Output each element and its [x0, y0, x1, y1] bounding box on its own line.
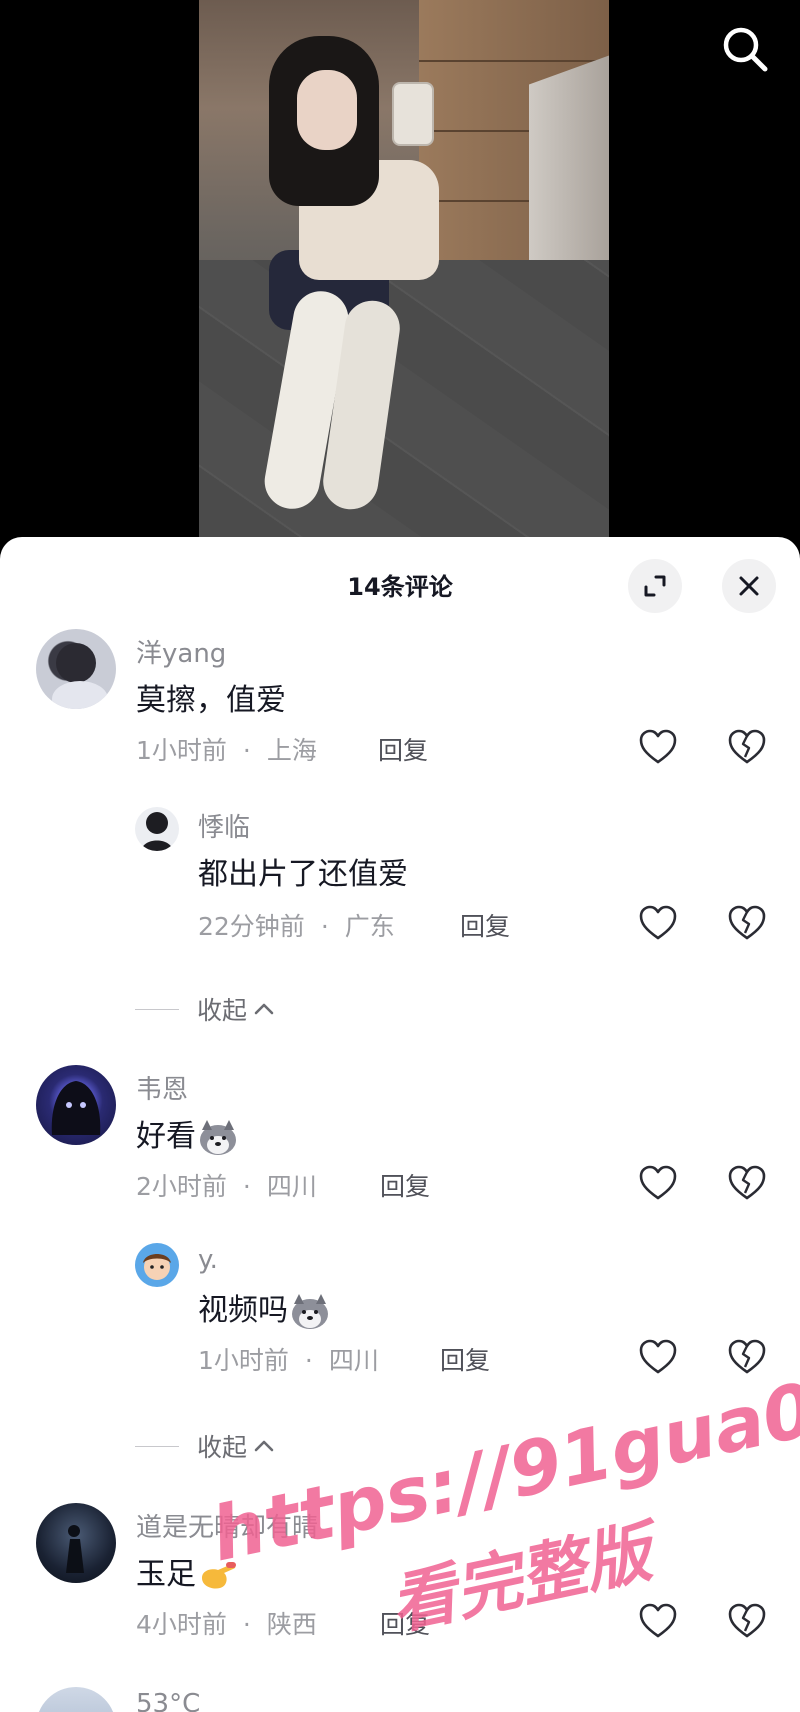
- comment-text: 莫擦，值爱: [136, 683, 286, 718]
- avatar[interactable]: [36, 1503, 116, 1583]
- divider: [135, 1008, 179, 1010]
- dislike-icon[interactable]: [728, 1165, 766, 1201]
- dislike-icon[interactable]: [728, 905, 766, 941]
- comment-item: 韦恩 好看 2小时前 · 四川 回复: [0, 1065, 800, 1215]
- comment-time: 4小时前: [136, 1610, 227, 1639]
- comment-meta: 1小时前 · 四川: [198, 1341, 379, 1377]
- comment-meta: 2小时前 · 四川: [136, 1167, 317, 1203]
- collapse-replies-button[interactable]: 收起: [135, 994, 275, 1025]
- comment-text: 都出片了还值爱: [198, 857, 408, 892]
- meta-separator: ·: [304, 1346, 313, 1375]
- video-phone: [392, 82, 434, 146]
- comment-sheet: 14条评论 洋yang 莫擦，值爱 1小时前 · 上海 回复 悸临 都出片了还值…: [0, 537, 800, 1712]
- reply-button[interactable]: 回复: [380, 1167, 430, 1203]
- comment-text: 好看: [136, 1111, 238, 1156]
- collapse-label: 收起: [197, 1433, 248, 1462]
- dislike-icon[interactable]: [728, 1603, 766, 1639]
- reply-button[interactable]: 回复: [380, 1605, 430, 1641]
- comment-item: 53°C: [0, 1687, 800, 1712]
- close-icon: [739, 576, 759, 596]
- like-icon[interactable]: [639, 1339, 677, 1375]
- meta-separator: ·: [320, 912, 329, 941]
- comment-text: 玉足: [136, 1549, 238, 1594]
- comment-username[interactable]: 53°C: [136, 1689, 200, 1712]
- husky-emoji-icon: [200, 1119, 236, 1155]
- comment-username[interactable]: y.: [198, 1245, 218, 1275]
- close-button[interactable]: [722, 559, 776, 613]
- dislike-icon[interactable]: [728, 729, 766, 765]
- comment-meta: 22分钟前 · 广东: [198, 907, 395, 943]
- reply-button[interactable]: 回复: [440, 1341, 490, 1377]
- comment-location: 上海: [266, 736, 317, 765]
- reply-item: 悸临 都出片了还值爱 22分钟前 · 广东 回复: [0, 803, 800, 953]
- comment-username[interactable]: 洋yang: [136, 633, 226, 670]
- like-icon[interactable]: [639, 1603, 677, 1639]
- chevron-up-icon: [254, 1003, 274, 1015]
- expand-button[interactable]: [628, 559, 682, 613]
- video-floor: [199, 260, 609, 540]
- husky-emoji-icon: [292, 1293, 328, 1329]
- pointing-hand-emoji-icon: [202, 1561, 236, 1589]
- avatar[interactable]: [135, 807, 179, 851]
- comment-location: 陕西: [266, 1610, 317, 1639]
- comment-text: 视频吗: [198, 1285, 330, 1330]
- divider: [135, 1445, 179, 1447]
- meta-separator: ·: [242, 1172, 251, 1201]
- dislike-icon[interactable]: [728, 1339, 766, 1375]
- comment-time: 22分钟前: [198, 912, 305, 941]
- collapse-label: 收起: [197, 996, 248, 1025]
- reply-button[interactable]: 回复: [460, 907, 510, 943]
- comment-username[interactable]: 韦恩: [136, 1069, 188, 1106]
- search-button[interactable]: [716, 20, 776, 80]
- comment-location: 四川: [266, 1172, 317, 1201]
- collapse-replies-button[interactable]: 收起: [135, 1431, 275, 1462]
- avatar[interactable]: [135, 1243, 179, 1287]
- comment-username[interactable]: 悸临: [198, 807, 250, 844]
- comment-location: 四川: [328, 1346, 379, 1375]
- comment-item: 洋yang 莫擦，值爱 1小时前 · 上海 回复: [0, 629, 800, 779]
- comment-meta: 1小时前 · 上海: [136, 731, 317, 767]
- avatar[interactable]: [36, 1065, 116, 1145]
- avatar[interactable]: [36, 629, 116, 709]
- chevron-up-icon: [254, 1440, 274, 1452]
- comment-time: 1小时前: [136, 736, 227, 765]
- like-icon[interactable]: [639, 905, 677, 941]
- comment-username[interactable]: 道是无晴却有晴: [136, 1507, 318, 1544]
- meta-separator: ·: [242, 1610, 251, 1639]
- like-icon[interactable]: [639, 729, 677, 765]
- comment-time: 2小时前: [136, 1172, 227, 1201]
- comment-time: 1小时前: [198, 1346, 289, 1375]
- comment-meta: 4小时前 · 陕西: [136, 1605, 317, 1641]
- reply-button[interactable]: 回复: [378, 731, 428, 767]
- meta-separator: ·: [242, 736, 251, 765]
- expand-icon: [644, 575, 666, 597]
- search-icon: [723, 27, 768, 72]
- comment-location: 广东: [344, 912, 395, 941]
- like-icon[interactable]: [639, 1165, 677, 1201]
- reply-item: y. 视频吗 1小时前 · 四川 回复: [0, 1239, 800, 1389]
- avatar[interactable]: [36, 1687, 116, 1712]
- comment-item: 道是无晴却有晴 玉足 4小时前 · 陕西 回复: [0, 1503, 800, 1653]
- video-player[interactable]: [199, 0, 609, 540]
- app-screen: 14条评论 洋yang 莫擦，值爱 1小时前 · 上海 回复 悸临 都出片了还值…: [0, 0, 800, 1712]
